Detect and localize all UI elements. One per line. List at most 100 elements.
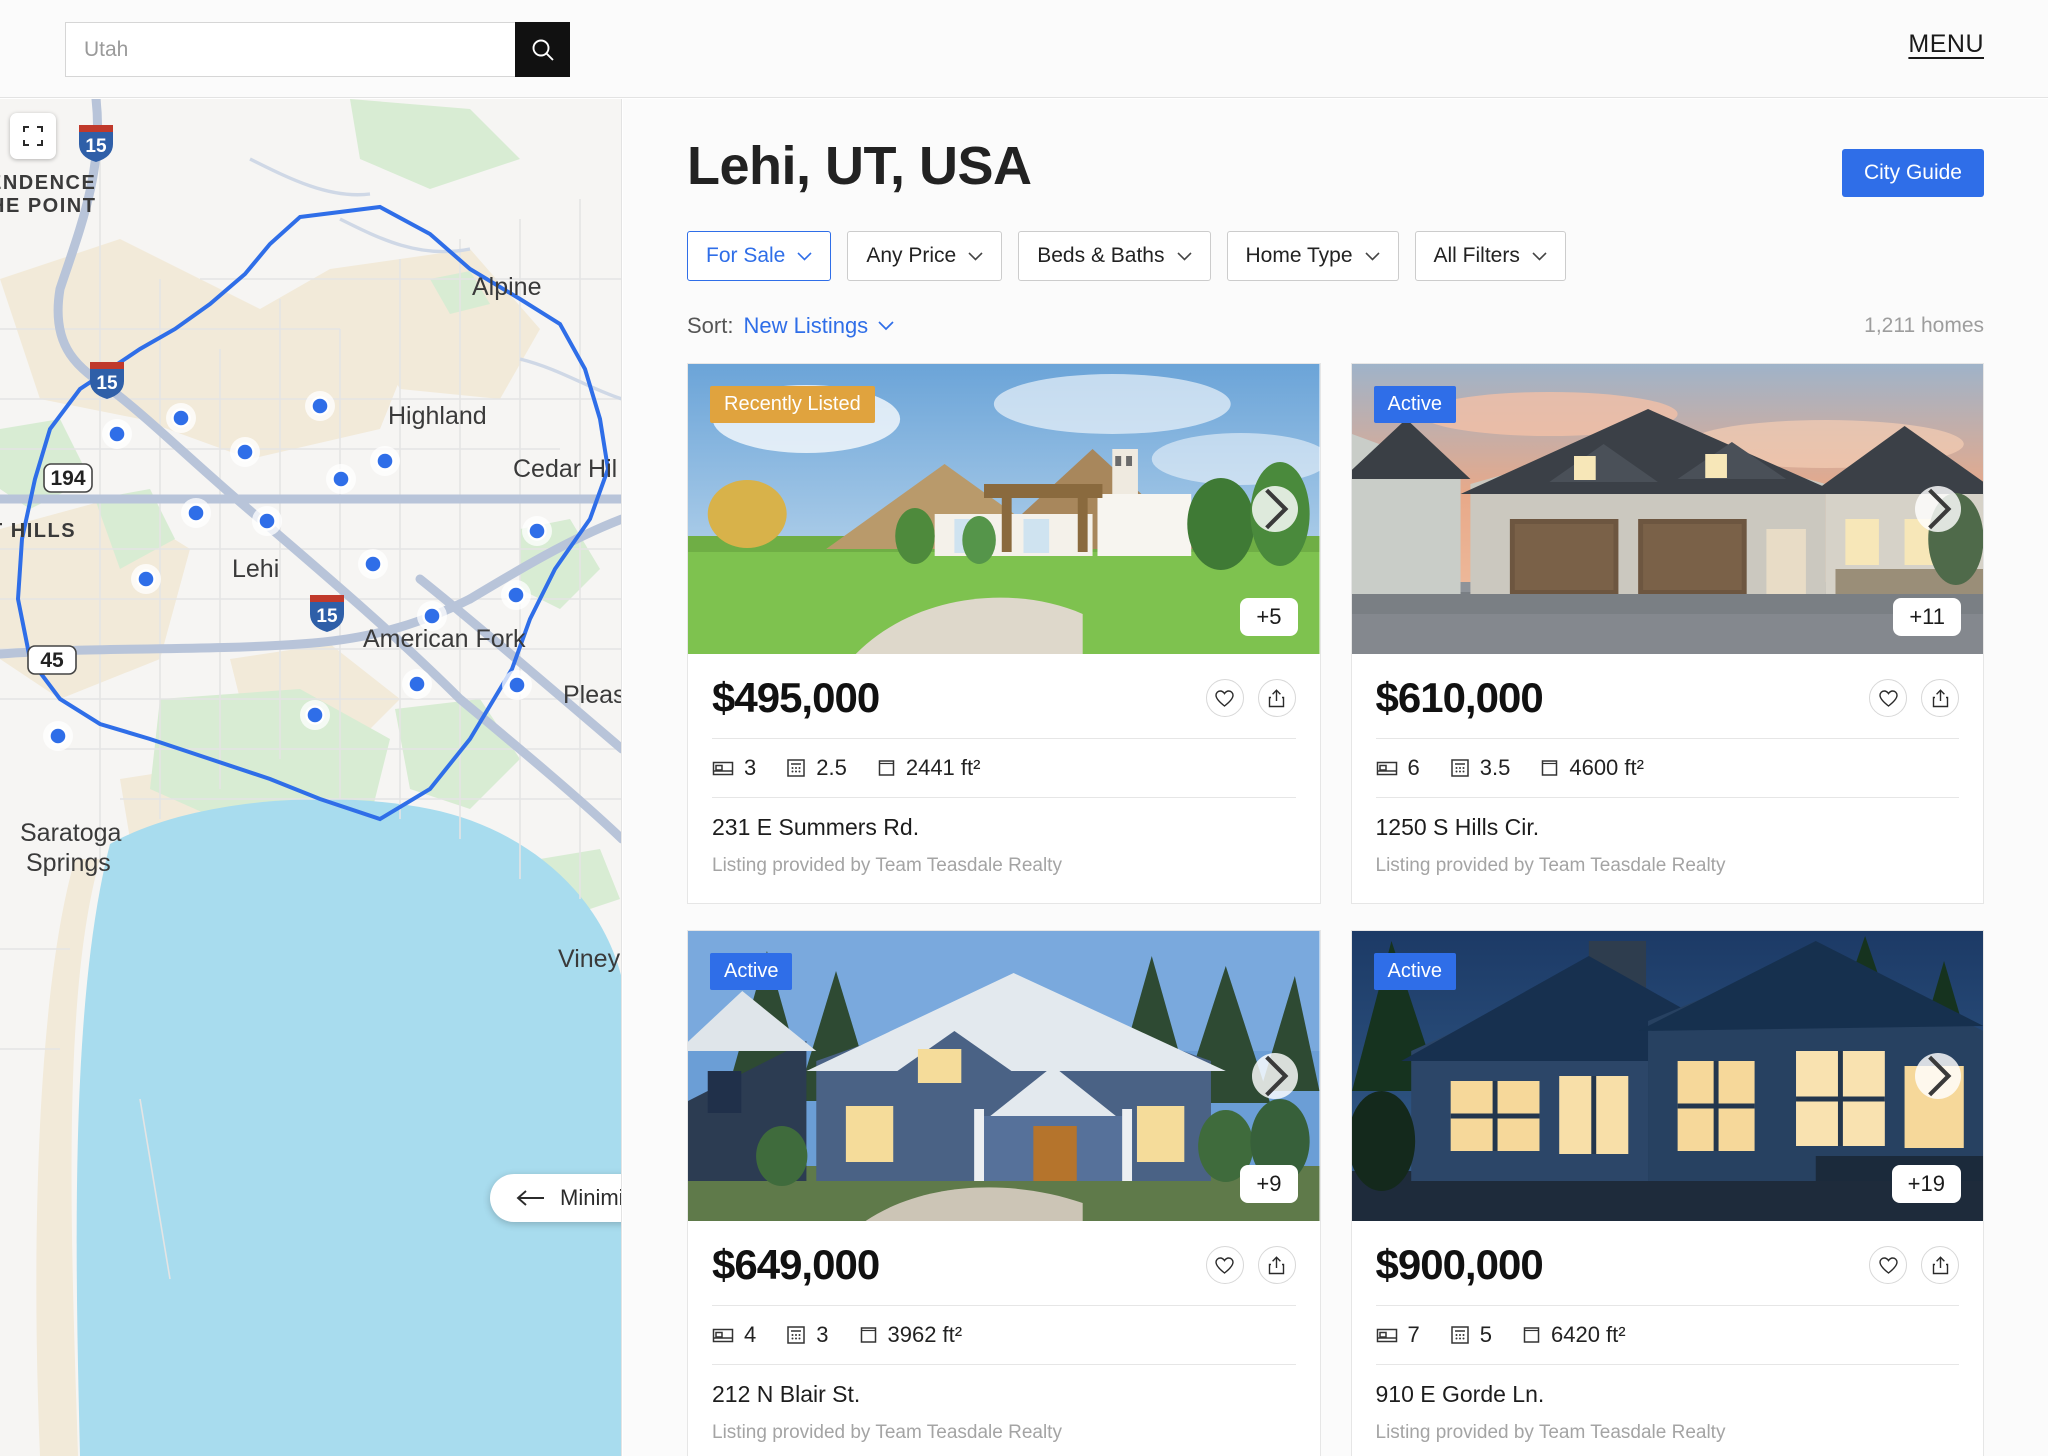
next-photo-button[interactable] (1915, 486, 1961, 532)
minimize-label: Minimize (560, 1185, 622, 1210)
divider (712, 1305, 1296, 1306)
listing-photo-wrap[interactable]: Recently Listed +5 (688, 364, 1320, 654)
chevron-right-icon (1928, 1055, 1952, 1097)
chevron-down-icon (878, 321, 894, 331)
search-input[interactable] (65, 22, 515, 77)
chevron-right-icon (1928, 488, 1952, 530)
listing-address: 910 E Gorde Ln. (1375, 1381, 1545, 1407)
highway-shield: 15 (90, 362, 124, 399)
listing-card[interactable]: Active +11 $610,000 6 3.5 4600 ft² 1250 … (1350, 363, 1984, 904)
sort-dropdown[interactable]: New Listings (743, 313, 894, 339)
highway-shield: 45 (27, 645, 77, 675)
share-button[interactable] (1257, 1246, 1296, 1284)
bed-icon (712, 761, 734, 776)
photo-count-badge: +9 (1240, 1165, 1298, 1203)
area-spec: 2441 ft² (877, 755, 981, 781)
beds-value: 6 (1407, 755, 1420, 780)
map-place-label: Alpine (472, 273, 542, 301)
area-icon (860, 1327, 876, 1343)
listing-card[interactable]: Active +19 $900,000 7 5 6420 ft² 910 E G… (1350, 930, 1984, 1456)
map-place-label: HE POINT (0, 195, 96, 217)
map-pane[interactable]: 15 15 194 15 45 ENDENCEHE POINT Alpine Highlan… (0, 99, 622, 1456)
menu-button[interactable]: MENU (1908, 30, 1984, 59)
listing-specs: 3 2.5 2441 ft² (712, 755, 1296, 781)
share-button[interactable] (1921, 679, 1959, 717)
listing-specs: 7 5 6420 ft² (1376, 1322, 1960, 1348)
fullscreen-button[interactable] (10, 113, 56, 159)
divider (1375, 1364, 1959, 1365)
photo-count-badge: +5 (1240, 598, 1298, 636)
next-photo-button[interactable] (1915, 1053, 1961, 1099)
favorite-button[interactable] (1869, 1246, 1907, 1284)
favorite-button[interactable] (1205, 1246, 1244, 1284)
baths-spec: 5 (1450, 1322, 1492, 1348)
heart-icon (1215, 1256, 1234, 1274)
filter-for-sale[interactable]: For Sale (687, 231, 832, 281)
filter-any-price[interactable]: Any Price (847, 231, 1003, 281)
city-guide-button[interactable]: City Guide (1841, 149, 1984, 197)
sort-bar: Sort: New Listings 1,211 homes (687, 313, 1984, 339)
beds-value: 7 (1407, 1322, 1420, 1347)
shield-label: 15 (85, 136, 107, 157)
next-photo-button[interactable] (1251, 1053, 1298, 1099)
baths-value: 5 (1479, 1322, 1492, 1347)
area-icon (878, 760, 895, 776)
arrow-left-icon (516, 1190, 544, 1206)
divider (1375, 1305, 1959, 1306)
map-place-label: Springs (26, 849, 111, 877)
map-place-label: Lehi (232, 555, 279, 583)
listing-price: $495,000 (712, 674, 880, 721)
filter-all-filters[interactable]: All Filters (1414, 231, 1566, 281)
status-badge: Recently Listed (710, 386, 875, 423)
area-value: 2441 ft² (905, 755, 981, 780)
divider (1375, 738, 1959, 739)
area-spec: 4600 ft² (1540, 755, 1644, 781)
homes-count: 1,211 homes (1864, 314, 1984, 337)
photo-count-badge: +11 (1893, 598, 1961, 636)
beds-spec: 4 (712, 1322, 756, 1348)
chevron-down-icon (1532, 251, 1547, 261)
filter-home-type[interactable]: Home Type (1226, 231, 1399, 281)
next-photo-button[interactable] (1251, 486, 1298, 532)
heart-icon (1215, 689, 1234, 707)
bath-icon (787, 1326, 805, 1344)
bath-icon (1451, 759, 1469, 777)
minimize-button[interactable]: Minimize (490, 1174, 622, 1222)
fullscreen-icon (23, 126, 43, 146)
map-place-label: Saratoga (20, 819, 122, 847)
chevron-down-icon (1176, 251, 1192, 261)
bed-icon (712, 1328, 734, 1343)
baths-value: 3 (816, 1322, 829, 1347)
filter-label: All Filters (1433, 244, 1520, 267)
page-title: Lehi, UT, USA (687, 136, 1032, 196)
listing-photo-wrap[interactable]: Active +11 (1351, 364, 1983, 654)
listing-price: $900,000 (1375, 1241, 1544, 1288)
listing-details: $649,000 4 3 3962 ft² 212 N Blair St. Li… (688, 1221, 1320, 1456)
share-button[interactable] (1257, 679, 1296, 717)
area-spec: 6420 ft² (1522, 1322, 1626, 1348)
listing-photo-wrap[interactable]: Active +19 (1351, 931, 1983, 1221)
status-badge: Active (710, 953, 793, 990)
favorite-button[interactable] (1205, 679, 1244, 717)
listing-photo-wrap[interactable]: Active +9 (688, 931, 1320, 1221)
search-button[interactable] (515, 22, 570, 77)
highway-shield: 194 (43, 463, 93, 493)
filter-label: Beds & Baths (1037, 244, 1165, 267)
share-button[interactable] (1921, 1246, 1959, 1284)
divider (712, 738, 1296, 739)
favorite-button[interactable] (1869, 679, 1907, 717)
listing-agent: Listing provided by Team Teasdale Realty (712, 1422, 1062, 1443)
bed-icon (1376, 761, 1397, 776)
share-icon (1932, 688, 1948, 707)
shield-label: 15 (96, 373, 118, 394)
listing-price: $649,000 (712, 1241, 880, 1288)
chevron-down-icon (1364, 251, 1380, 261)
area-icon (1542, 760, 1558, 776)
map-place-label: ENDENCE (0, 172, 96, 194)
filter-beds-baths[interactable]: Beds & Baths (1018, 231, 1211, 281)
listing-card[interactable]: Active +9 $649,000 4 3 3962 ft² 212 N Bl… (687, 930, 1321, 1456)
listing-price: $610,000 (1375, 674, 1544, 721)
listing-address: 231 E Summers Rd. (712, 814, 920, 840)
baths-value: 3.5 (1479, 755, 1511, 780)
listing-card[interactable]: Recently Listed +5 $495,000 3 2.5 2441 f… (687, 363, 1321, 904)
